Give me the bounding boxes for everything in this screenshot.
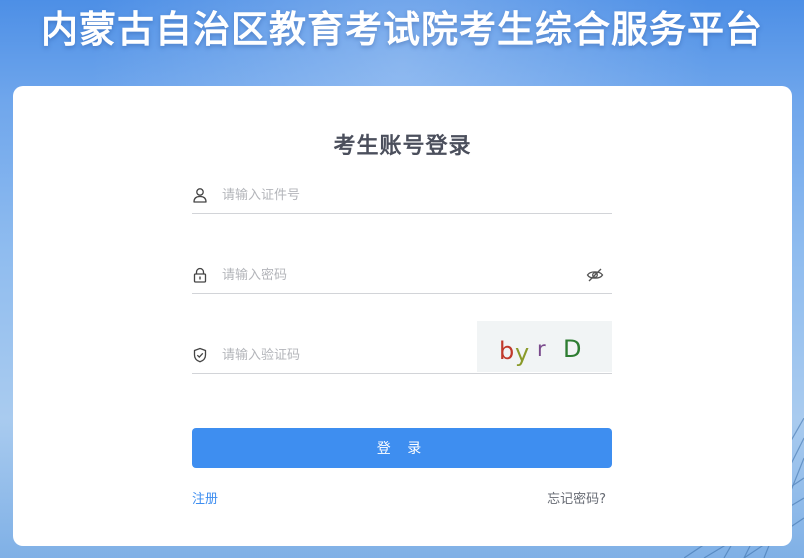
id-number-input[interactable] — [222, 181, 562, 209]
captcha-char: y — [515, 339, 530, 367]
register-link[interactable]: 注册 — [192, 488, 218, 507]
user-icon — [193, 188, 207, 203]
forgot-password-link[interactable]: 忘记密码? — [547, 488, 606, 507]
login-card: 考生账号登录 b y r D 登 录 — [13, 86, 792, 546]
login-button[interactable]: 登 录 — [192, 428, 612, 468]
captcha-input[interactable] — [222, 341, 462, 369]
password-field — [192, 257, 612, 294]
site-title: 内蒙古自治区教育考试院考生综合服务平台 — [41, 8, 763, 51]
eye-hidden-icon[interactable] — [586, 266, 604, 284]
shield-check-icon — [193, 347, 207, 363]
id-number-field — [192, 177, 612, 214]
lock-icon — [193, 267, 207, 283]
login-heading: 考生账号登录 — [333, 134, 472, 159]
captcha-char: b — [499, 337, 515, 365]
captcha-char: r — [537, 337, 546, 361]
password-input[interactable] — [222, 261, 562, 289]
captcha-char: D — [563, 335, 582, 363]
captcha-image[interactable]: b y r D — [477, 321, 612, 372]
